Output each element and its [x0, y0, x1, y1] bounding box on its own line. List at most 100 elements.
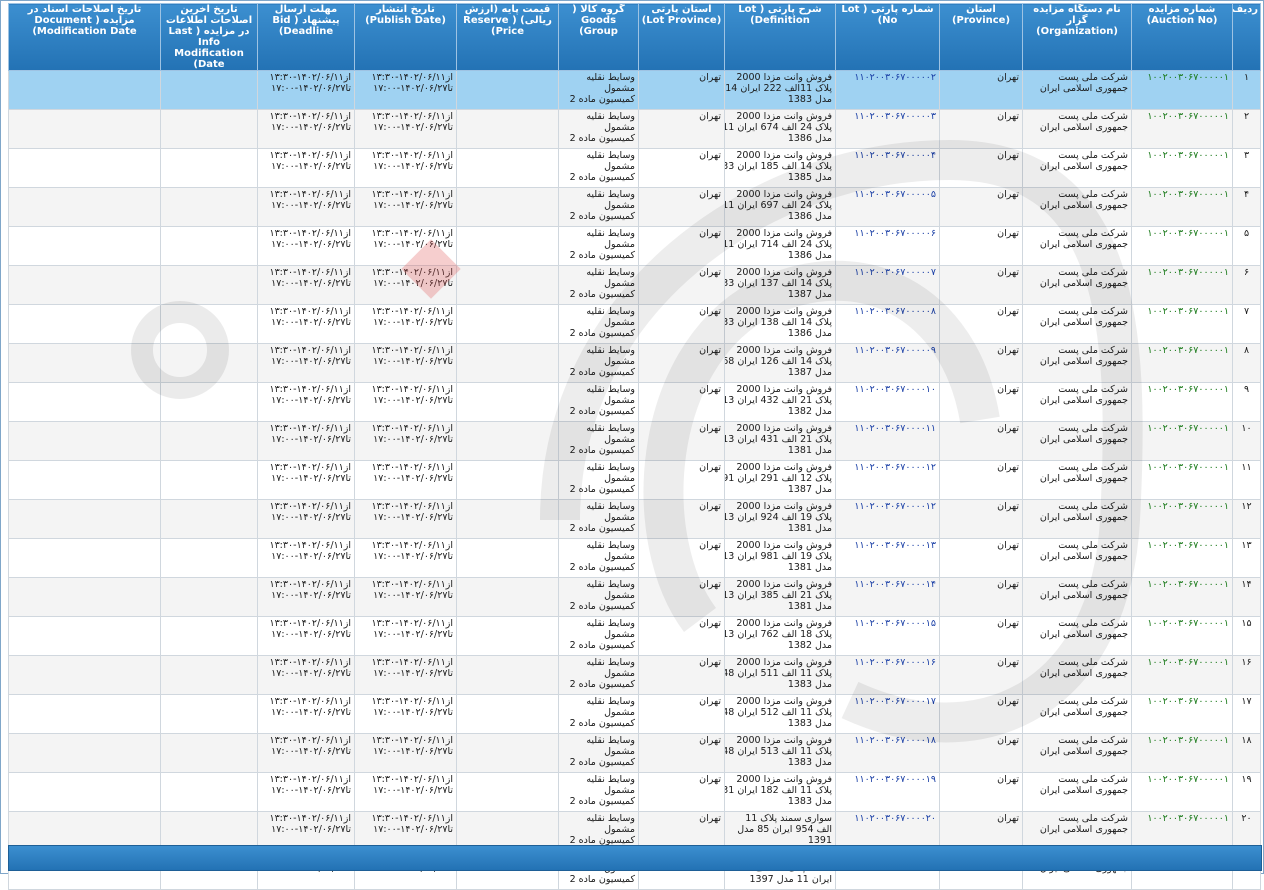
auction-link[interactable]: ۱۰۰۲۰۰۳۰۶۷۰۰۰۰۰۱ — [1147, 189, 1229, 200]
cell-lot-no[interactable]: ۱۱۰۲۰۰۳۰۶۷۰۰۰۰۰۲ — [835, 70, 940, 110]
cell-lot-no[interactable]: ۱۱۰۲۰۰۳۰۶۷۰۰۰۰۱۲ — [835, 460, 940, 500]
col-header-auction-no[interactable]: شماره مزایده (Auction No) — [1131, 3, 1233, 71]
auction-link[interactable]: ۱۰۰۲۰۰۳۰۶۷۰۰۰۰۰۱ — [1147, 462, 1229, 473]
table-row[interactable]: ۱۰ ۱۰۰۲۰۰۳۰۶۷۰۰۰۰۰۱ شرکت ملی پست جمهوری اسل… — [8, 421, 1261, 461]
table-row[interactable]: ۲ ۱۰۰۲۰۰۳۰۶۷۰۰۰۰۰۱ شرکت ملی پست جمهوری اسلا… — [8, 109, 1261, 149]
auction-link[interactable]: ۱۰۰۲۰۰۳۰۶۷۰۰۰۰۰۱ — [1147, 657, 1229, 668]
lot-link[interactable]: ۱۱۰۲۰۰۳۰۶۷۰۰۰۰۰۲ — [854, 72, 936, 83]
cell-auction-no[interactable]: ۱۰۰۲۰۰۳۰۶۷۰۰۰۰۰۱ — [1131, 109, 1233, 149]
col-header-lot-no[interactable]: شماره پارتی ( Lot No) — [835, 3, 940, 71]
cell-auction-no[interactable]: ۱۰۰۲۰۰۳۰۶۷۰۰۰۰۰۱ — [1131, 148, 1233, 188]
cell-auction-no[interactable]: ۱۰۰۲۰۰۳۰۶۷۰۰۰۰۰۱ — [1131, 772, 1233, 812]
lot-link[interactable]: ۱۱۰۲۰۰۳۰۶۷۰۰۰۰۱۲ — [854, 462, 936, 473]
cell-auction-no[interactable]: ۱۰۰۲۰۰۳۰۶۷۰۰۰۰۰۱ — [1131, 226, 1233, 266]
col-header-goods-group[interactable]: گروه کالا ( Goods Group) — [558, 3, 639, 71]
cell-auction-no[interactable]: ۱۰۰۲۰۰۳۰۶۷۰۰۰۰۰۱ — [1131, 382, 1233, 422]
table-row[interactable]: ۱۹ ۱۰۰۲۰۰۳۰۶۷۰۰۰۰۰۱ شرکت ملی پست جمهوری اسل… — [8, 772, 1261, 812]
lot-link[interactable]: ۱۱۰۲۰۰۳۰۶۷۰۰۰۰۰۳ — [854, 111, 936, 122]
table-row[interactable]: ۱۵ ۱۰۰۲۰۰۳۰۶۷۰۰۰۰۰۱ شرکت ملی پست جمهوری اسل… — [8, 616, 1261, 656]
table-row[interactable]: ۱۶ ۱۰۰۲۰۰۳۰۶۷۰۰۰۰۰۱ شرکت ملی پست جمهوری اسل… — [8, 655, 1261, 695]
cell-lot-no[interactable]: ۱۱۰۲۰۰۳۰۶۷۰۰۰۰۱۵ — [835, 616, 940, 656]
table-row[interactable]: ۵ ۱۰۰۲۰۰۳۰۶۷۰۰۰۰۰۱ شرکت ملی پست جمهوری اسلا… — [8, 226, 1261, 266]
auction-link[interactable]: ۱۰۰۲۰۰۳۰۶۷۰۰۰۰۰۱ — [1147, 111, 1229, 122]
cell-lot-no[interactable]: ۱۱۰۲۰۰۳۰۶۷۰۰۰۰۱۳ — [835, 538, 940, 578]
table-row[interactable]: ۹ ۱۰۰۲۰۰۳۰۶۷۰۰۰۰۰۱ شرکت ملی پست جمهوری اسلا… — [8, 382, 1261, 422]
table-row[interactable]: ۸ ۱۰۰۲۰۰۳۰۶۷۰۰۰۰۰۱ شرکت ملی پست جمهوری اسلا… — [8, 343, 1261, 383]
col-header-province[interactable]: استان (Province) — [939, 3, 1023, 71]
cell-lot-no[interactable]: ۱۱۰۲۰۰۳۰۶۷۰۰۰۰۰۶ — [835, 226, 940, 266]
cell-lot-no[interactable]: ۱۱۰۲۰۰۳۰۶۷۰۰۰۰۰۵ — [835, 187, 940, 227]
lot-link[interactable]: ۱۱۰۲۰۰۳۰۶۷۰۰۰۰۰۴ — [854, 150, 936, 161]
auction-link[interactable]: ۱۰۰۲۰۰۳۰۶۷۰۰۰۰۰۱ — [1147, 72, 1229, 83]
cell-auction-no[interactable]: ۱۰۰۲۰۰۳۰۶۷۰۰۰۰۰۱ — [1131, 421, 1233, 461]
cell-lot-no[interactable]: ۱۱۰۲۰۰۳۰۶۷۰۰۰۰۰۸ — [835, 304, 940, 344]
cell-lot-no[interactable]: ۱۱۰۲۰۰۳۰۶۷۰۰۰۰۱۹ — [835, 772, 940, 812]
lot-link[interactable]: ۱۱۰۲۰۰۳۰۶۷۰۰۰۰۰۸ — [854, 306, 936, 317]
cell-lot-no[interactable]: ۱۱۰۲۰۰۳۰۶۷۰۰۰۰۱۶ — [835, 655, 940, 695]
cell-lot-no[interactable]: ۱۱۰۲۰۰۳۰۶۷۰۰۰۰۱۷ — [835, 694, 940, 734]
lot-link[interactable]: ۱۱۰۲۰۰۳۰۶۷۰۰۰۰۱۰ — [854, 384, 936, 395]
col-header-document-modification[interactable]: تاریخ اصلاحات اسناد در مزایده ( Document… — [8, 3, 161, 71]
table-row[interactable]: ۱۴ ۱۰۰۲۰۰۳۰۶۷۰۰۰۰۰۱ شرکت ملی پست جمهوری اسل… — [8, 577, 1261, 617]
cell-lot-no[interactable]: ۱۱۰۲۰۰۳۰۶۷۰۰۰۰۰۹ — [835, 343, 940, 383]
table-row[interactable]: ۴ ۱۰۰۲۰۰۳۰۶۷۰۰۰۰۰۱ شرکت ملی پست جمهوری اسلا… — [8, 187, 1261, 227]
auction-link[interactable]: ۱۰۰۲۰۰۳۰۶۷۰۰۰۰۰۱ — [1147, 228, 1229, 239]
cell-auction-no[interactable]: ۱۰۰۲۰۰۳۰۶۷۰۰۰۰۰۱ — [1131, 343, 1233, 383]
auction-link[interactable]: ۱۰۰۲۰۰۳۰۶۷۰۰۰۰۰۱ — [1147, 423, 1229, 434]
cell-lot-no[interactable]: ۱۱۰۲۰۰۳۰۶۷۰۰۰۰۱۸ — [835, 733, 940, 773]
col-header-reserve-price[interactable]: قیمت پایه (ارزش ریالی) ( Reserve Price) — [456, 3, 559, 71]
lot-link[interactable]: ۱۱۰۲۰۰۳۰۶۷۰۰۰۰۱۴ — [854, 579, 936, 590]
auction-link[interactable]: ۱۰۰۲۰۰۳۰۶۷۰۰۰۰۰۱ — [1147, 618, 1229, 629]
col-header-organization[interactable]: نام دستگاه مزایده گزار (Organization) — [1022, 3, 1132, 71]
table-row[interactable]: ۱۳ ۱۰۰۲۰۰۳۰۶۷۰۰۰۰۰۱ شرکت ملی پست جمهوری اسل… — [8, 538, 1261, 578]
cell-lot-no[interactable]: ۱۱۰۲۰۰۳۰۶۷۰۰۰۰۱۰ — [835, 382, 940, 422]
cell-lot-no[interactable]: ۱۱۰۲۰۰۳۰۶۷۰۰۰۰۱۱ — [835, 421, 940, 461]
col-header-last-info-modification[interactable]: تاریخ آخرین اصلاحات اطلاعات در مزایده ( … — [160, 3, 258, 71]
lot-link[interactable]: ۱۱۰۲۰۰۳۰۶۷۰۰۰۰۱۳ — [854, 540, 936, 551]
table-row[interactable]: ۷ ۱۰۰۲۰۰۳۰۶۷۰۰۰۰۰۱ شرکت ملی پست جمهوری اسلا… — [8, 304, 1261, 344]
table-row[interactable]: ۱۲ ۱۰۰۲۰۰۳۰۶۷۰۰۰۰۰۱ شرکت ملی پست جمهوری اسل… — [8, 499, 1261, 539]
cell-auction-no[interactable]: ۱۰۰۲۰۰۳۰۶۷۰۰۰۰۰۱ — [1131, 265, 1233, 305]
lot-link[interactable]: ۱۱۰۲۰۰۳۰۶۷۰۰۰۰۰۹ — [854, 345, 936, 356]
auction-link[interactable]: ۱۰۰۲۰۰۳۰۶۷۰۰۰۰۰۱ — [1147, 540, 1229, 551]
cell-auction-no[interactable]: ۱۰۰۲۰۰۳۰۶۷۰۰۰۰۰۱ — [1131, 304, 1233, 344]
cell-lot-no[interactable]: ۱۱۰۲۰۰۳۰۶۷۰۰۰۰۱۲ — [835, 499, 940, 539]
cell-auction-no[interactable]: ۱۰۰۲۰۰۳۰۶۷۰۰۰۰۰۱ — [1131, 187, 1233, 227]
table-row[interactable]: ۱ ۱۰۰۲۰۰۳۰۶۷۰۰۰۰۰۱ شرکت ملی پست جمهوری اسلا… — [8, 70, 1261, 110]
cell-lot-no[interactable]: ۱۱۰۲۰۰۳۰۶۷۰۰۰۰۰۴ — [835, 148, 940, 188]
auction-link[interactable]: ۱۰۰۲۰۰۳۰۶۷۰۰۰۰۰۱ — [1147, 384, 1229, 395]
auction-link[interactable]: ۱۰۰۲۰۰۳۰۶۷۰۰۰۰۰۱ — [1147, 306, 1229, 317]
col-header-publish-date[interactable]: تاریخ انتشار (Publish Date) — [354, 3, 457, 71]
cell-auction-no[interactable]: ۱۰۰۲۰۰۳۰۶۷۰۰۰۰۰۱ — [1131, 616, 1233, 656]
auction-link[interactable]: ۱۰۰۲۰۰۳۰۶۷۰۰۰۰۰۱ — [1147, 579, 1229, 590]
cell-auction-no[interactable]: ۱۰۰۲۰۰۳۰۶۷۰۰۰۰۰۱ — [1131, 577, 1233, 617]
cell-auction-no[interactable]: ۱۰۰۲۰۰۳۰۶۷۰۰۰۰۰۱ — [1131, 538, 1233, 578]
lot-link[interactable]: ۱۱۰۲۰۰۳۰۶۷۰۰۰۰۰۷ — [854, 267, 936, 278]
auction-link[interactable]: ۱۰۰۲۰۰۳۰۶۷۰۰۰۰۰۱ — [1147, 813, 1229, 824]
table-row[interactable]: ۶ ۱۰۰۲۰۰۳۰۶۷۰۰۰۰۰۱ شرکت ملی پست جمهوری اسلا… — [8, 265, 1261, 305]
lot-link[interactable]: ۱۱۰۲۰۰۳۰۶۷۰۰۰۰۱۹ — [854, 774, 936, 785]
lot-link[interactable]: ۱۱۰۲۰۰۳۰۶۷۰۰۰۰۱۵ — [854, 618, 936, 629]
col-header-lot-province[interactable]: استان پارتی (Lot Province) — [638, 3, 725, 71]
lot-link[interactable]: ۱۱۰۲۰۰۳۰۶۷۰۰۰۰۱۸ — [854, 735, 936, 746]
cell-lot-no[interactable]: ۱۱۰۲۰۰۳۰۶۷۰۰۰۰۰۷ — [835, 265, 940, 305]
auction-link[interactable]: ۱۰۰۲۰۰۳۰۶۷۰۰۰۰۰۱ — [1147, 735, 1229, 746]
cell-lot-no[interactable]: ۱۱۰۲۰۰۳۰۶۷۰۰۰۰۱۴ — [835, 577, 940, 617]
lot-link[interactable]: ۱۱۰۲۰۰۳۰۶۷۰۰۰۰۱۲ — [854, 501, 936, 512]
col-header-row-number[interactable]: ردیف — [1232, 3, 1261, 71]
cell-lot-no[interactable]: ۱۱۰۲۰۰۳۰۶۷۰۰۰۰۰۳ — [835, 109, 940, 149]
table-row[interactable]: ۱۷ ۱۰۰۲۰۰۳۰۶۷۰۰۰۰۰۱ شرکت ملی پست جمهوری اسل… — [8, 694, 1261, 734]
table-row[interactable]: ۳ ۱۰۰۲۰۰۳۰۶۷۰۰۰۰۰۱ شرکت ملی پست جمهوری اسلا… — [8, 148, 1261, 188]
cell-auction-no[interactable]: ۱۰۰۲۰۰۳۰۶۷۰۰۰۰۰۱ — [1131, 733, 1233, 773]
cell-auction-no[interactable]: ۱۰۰۲۰۰۳۰۶۷۰۰۰۰۰۱ — [1131, 655, 1233, 695]
auction-link[interactable]: ۱۰۰۲۰۰۳۰۶۷۰۰۰۰۰۱ — [1147, 267, 1229, 278]
lot-link[interactable]: ۱۱۰۲۰۰۳۰۶۷۰۰۰۰۱۶ — [854, 657, 936, 668]
col-header-bid-deadline[interactable]: مهلت ارسال پیشنهاد ( Bid Deadline) — [257, 3, 355, 71]
auction-link[interactable]: ۱۰۰۲۰۰۳۰۶۷۰۰۰۰۰۱ — [1147, 345, 1229, 356]
cell-auction-no[interactable]: ۱۰۰۲۰۰۳۰۶۷۰۰۰۰۰۱ — [1131, 499, 1233, 539]
table-row[interactable]: ۱۸ ۱۰۰۲۰۰۳۰۶۷۰۰۰۰۰۱ شرکت ملی پست جمهوری اسل… — [8, 733, 1261, 773]
lot-link[interactable]: ۱۱۰۲۰۰۳۰۶۷۰۰۰۰۱۱ — [854, 423, 936, 434]
lot-link[interactable]: ۱۱۰۲۰۰۳۰۶۷۰۰۰۰۱۷ — [854, 696, 936, 707]
lot-link[interactable]: ۱۱۰۲۰۰۳۰۶۷۰۰۰۰۰۵ — [854, 189, 936, 200]
table-row[interactable]: ۱۱ ۱۰۰۲۰۰۳۰۶۷۰۰۰۰۰۱ شرکت ملی پست جمهوری اسل… — [8, 460, 1261, 500]
